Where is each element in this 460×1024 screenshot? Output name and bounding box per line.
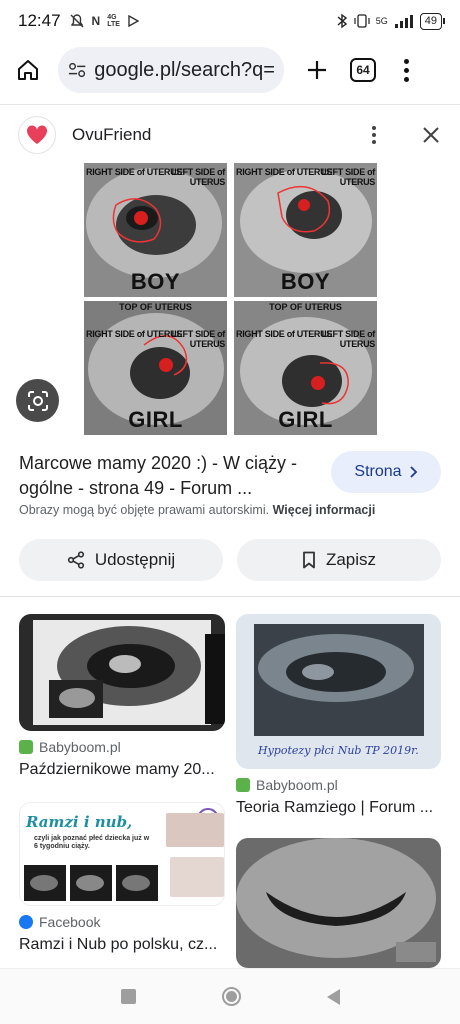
notifications-off-icon: [70, 14, 84, 28]
status-bar: 12:47 N 4G LTE 5G 49: [0, 0, 460, 42]
address-bar[interactable]: google.pl/search?q=m: [58, 47, 284, 93]
visit-page-label: Strona: [354, 463, 402, 480]
tab-switcher-button[interactable]: 64: [350, 58, 376, 82]
share-button[interactable]: Udostępnij: [19, 539, 223, 581]
nfc-icon: N: [91, 14, 101, 28]
label-girl: GIRL: [128, 407, 183, 432]
copyright-text: Obrazy mogą być objęte prawami autorskim…: [19, 503, 270, 517]
related-result-card[interactable]: [236, 838, 441, 968]
result-title[interactable]: Ramzi i Nub po polsku, cz...: [19, 936, 225, 954]
result-source: Babyboom.pl: [236, 777, 441, 793]
recent-apps-button[interactable]: [120, 989, 136, 1004]
result-thumbnail[interactable]: [236, 838, 441, 968]
result-title[interactable]: Marcowe mamy 2020 :) - W ciąży - ogólne …: [19, 451, 319, 501]
site-settings-icon[interactable]: [68, 61, 86, 79]
plus-icon: [308, 61, 326, 79]
label-left-side: LEFT SIDE of UTERUS: [321, 329, 376, 349]
back-button[interactable]: [326, 988, 340, 1005]
result-thumbnail[interactable]: [19, 614, 225, 731]
visit-page-button[interactable]: Strona: [331, 451, 441, 493]
vibrate-icon: [354, 14, 370, 28]
panel-header: OvuFriend: [18, 115, 442, 155]
status-time: 12:47: [18, 11, 61, 30]
lens-search-button[interactable]: [16, 379, 59, 422]
label-top: TOP OF UTERUS: [119, 302, 192, 312]
url-text[interactable]: google.pl/search?q=m: [94, 59, 274, 82]
result-source: Babyboom.pl: [19, 739, 225, 755]
share-icon: [67, 551, 84, 569]
home-nav-button[interactable]: [221, 987, 241, 1006]
battery-icon: 49: [419, 12, 446, 30]
browser-menu-button[interactable]: [396, 52, 416, 88]
new-tab-button[interactable]: [302, 52, 332, 88]
home-button[interactable]: [10, 52, 46, 88]
result-thumbnail[interactable]: Hypotezy płci Nub TP 2019r.: [236, 614, 441, 769]
related-result-card[interactable]: Babyboom.pl Październikowe mamy 20...: [19, 614, 225, 779]
image-preview-panel: OvuFriend RIGHT SIDE of UTERUS LEFT SIDE…: [0, 104, 460, 594]
save-button[interactable]: Zapisz: [237, 539, 441, 581]
babyboom-logo-icon: [236, 778, 250, 792]
bookmark-icon: [303, 551, 315, 569]
source-name: Facebook: [39, 914, 101, 930]
panel-more-button[interactable]: [364, 122, 384, 148]
result-source: Facebook: [19, 914, 225, 930]
data-saver-icon: 4G LTE: [107, 14, 120, 28]
source-name: Babyboom.pl: [39, 739, 121, 755]
label-boy: BOY: [130, 269, 181, 294]
close-button[interactable]: [420, 124, 442, 146]
network-label: 5G: [375, 16, 388, 26]
source-name: Babyboom.pl: [256, 777, 338, 793]
site-logo: [18, 116, 56, 154]
babyboom-logo-icon: [19, 740, 33, 754]
close-icon: [423, 127, 439, 143]
divider: [0, 596, 460, 597]
share-label: Udostępnij: [94, 550, 176, 569]
signal-icon: [394, 15, 413, 28]
facebook-logo-icon: [19, 915, 33, 929]
home-icon: [18, 60, 38, 80]
site-name: OvuFriend: [72, 125, 152, 144]
browser-toolbar: google.pl/search?q=m 64: [0, 44, 460, 96]
label-left-side: LEFT SIDE of UTERUS: [171, 167, 226, 187]
save-label: Zapisz: [325, 550, 377, 569]
ultrasound-girl-right: TOP OF UTERUS RIGHT SIDE of UTERUS LEFT …: [234, 301, 377, 435]
label-girl: GIRL: [278, 407, 333, 432]
label-top: TOP OF UTERUS: [269, 302, 342, 312]
label-left-side: LEFT SIDE of UTERUS: [171, 329, 226, 349]
result-title[interactable]: Teoria Ramziego | Forum ...: [236, 799, 441, 817]
lens-icon: [27, 390, 48, 411]
more-info-link[interactable]: Więcej informacji: [273, 503, 376, 517]
ultrasound-girl-left: TOP OF UTERUS RIGHT SIDE of UTERUS LEFT …: [84, 301, 227, 435]
play-icon: [128, 15, 139, 27]
label-left-side: LEFT SIDE of UTERUS: [321, 167, 376, 187]
result-title[interactable]: Październikowe mamy 20...: [19, 761, 225, 779]
heart-icon: [26, 125, 48, 144]
related-result-card[interactable]: Hypotezy płci Nub TP 2019r. Babyboom.pl …: [236, 614, 441, 817]
label-boy: BOY: [280, 269, 331, 294]
related-result-card[interactable]: Ramzi i nub, czyli jak poznać płeć dziec…: [19, 802, 225, 954]
handwriting-text: Hypotezy płci Nub TP 2019r.: [257, 744, 419, 757]
system-navigation-bar: [0, 968, 460, 1024]
chevron-right-icon: [409, 466, 417, 478]
ultrasound-boy-left: RIGHT SIDE of UTERUS LEFT SIDE of UTERUS…: [84, 163, 227, 297]
bluetooth-icon: [337, 13, 347, 29]
preview-image[interactable]: RIGHT SIDE of UTERUS LEFT SIDE of UTERUS…: [84, 163, 378, 437]
result-thumbnail[interactable]: Ramzi i nub, czyli jak poznać płeć dziec…: [19, 802, 225, 906]
copyright-notice: Obrazy mogą być objęte prawami autorskim…: [19, 503, 439, 517]
ultrasound-boy-right: RIGHT SIDE of UTERUS LEFT SIDE of UTERUS…: [234, 163, 377, 297]
